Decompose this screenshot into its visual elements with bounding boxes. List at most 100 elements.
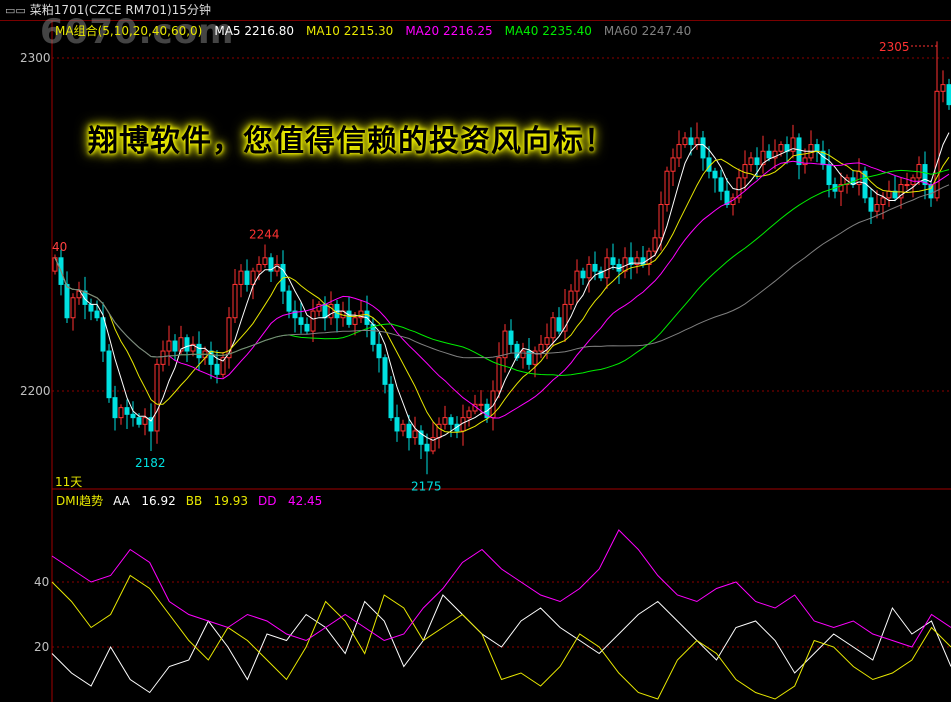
candle bbox=[394, 404, 400, 442]
candle bbox=[52, 254, 58, 275]
candle-body bbox=[826, 164, 832, 186]
candle-body bbox=[814, 144, 820, 152]
period-label: 11天 bbox=[55, 475, 82, 489]
candle bbox=[58, 249, 64, 296]
candle bbox=[646, 247, 652, 276]
candle bbox=[904, 172, 910, 190]
candle-body bbox=[232, 283, 238, 319]
candle bbox=[502, 324, 508, 373]
candle-body bbox=[652, 237, 658, 252]
candle bbox=[802, 148, 808, 174]
candle bbox=[796, 133, 802, 180]
candle-body bbox=[214, 363, 220, 375]
candle bbox=[76, 281, 82, 305]
candle bbox=[568, 284, 574, 310]
candle bbox=[262, 244, 268, 268]
candle bbox=[268, 253, 274, 283]
candle-body bbox=[676, 144, 682, 159]
dmi-line-dd bbox=[51, 529, 951, 648]
dmi-line-aa bbox=[51, 594, 951, 694]
promo-banner: 翔博软件，您值得信赖的投资风向标！ bbox=[88, 124, 615, 159]
ma-line-ma5 bbox=[54, 132, 950, 441]
candle bbox=[244, 259, 250, 292]
candle-body bbox=[136, 417, 142, 425]
candle-body bbox=[154, 363, 160, 432]
candle-body bbox=[352, 317, 358, 325]
candle bbox=[592, 251, 598, 281]
candle bbox=[460, 404, 466, 446]
candle bbox=[238, 264, 244, 298]
ma-legend: MA组合(5,10,20,40,60,0) MA5 2216.80 MA10 221… bbox=[55, 22, 703, 39]
candle bbox=[292, 300, 298, 333]
candle-body bbox=[742, 164, 748, 179]
candle-body bbox=[574, 270, 580, 292]
candle bbox=[442, 405, 448, 430]
candle bbox=[436, 417, 442, 449]
candle-body bbox=[142, 417, 148, 425]
candle-body bbox=[496, 357, 502, 392]
candle-body bbox=[586, 263, 592, 279]
candle bbox=[82, 276, 88, 320]
candle-body bbox=[382, 357, 388, 385]
candle-body bbox=[448, 417, 454, 425]
candle-body bbox=[184, 337, 190, 352]
candle-body bbox=[754, 157, 760, 166]
ma-line-ma10 bbox=[54, 150, 950, 433]
candle-body bbox=[544, 337, 550, 345]
candle bbox=[316, 301, 322, 317]
ma60-label: MA60 2247.40 bbox=[603, 24, 692, 38]
candle bbox=[850, 169, 856, 188]
candle bbox=[358, 300, 364, 323]
candle bbox=[940, 70, 946, 103]
candle-body bbox=[118, 407, 124, 419]
candle-body bbox=[520, 350, 526, 359]
candle-body bbox=[70, 297, 76, 319]
candle-body bbox=[550, 317, 556, 339]
candle-body bbox=[388, 383, 394, 419]
candle-body bbox=[346, 310, 352, 325]
candle-body bbox=[610, 257, 616, 265]
candle bbox=[112, 385, 118, 431]
candle-body bbox=[604, 257, 610, 279]
candle bbox=[382, 354, 388, 394]
price-chart[interactable]: 2300 2200 40 20 40 11天 2244 2182 2175 2305 bbox=[0, 0, 951, 702]
candle bbox=[604, 248, 610, 289]
candle bbox=[142, 408, 148, 436]
ma20-label: MA20 2216.25 bbox=[405, 24, 493, 38]
candle-body bbox=[622, 257, 628, 272]
candle bbox=[166, 325, 172, 366]
candle bbox=[172, 334, 178, 361]
candle-body bbox=[130, 413, 136, 419]
candle bbox=[598, 266, 604, 282]
candle bbox=[118, 404, 124, 425]
candle-body bbox=[442, 417, 448, 425]
candle-body bbox=[412, 430, 418, 439]
candle bbox=[772, 139, 778, 169]
candle bbox=[310, 299, 316, 343]
candle bbox=[886, 180, 892, 207]
candle bbox=[706, 146, 712, 179]
candle bbox=[226, 307, 232, 369]
candle-body bbox=[196, 343, 202, 359]
candle-body bbox=[664, 170, 670, 206]
candle-body bbox=[286, 290, 292, 312]
candle-body bbox=[700, 137, 706, 159]
candle bbox=[718, 169, 724, 201]
candle bbox=[682, 132, 688, 148]
candle bbox=[106, 344, 112, 403]
dmi-tick-label: 40 bbox=[34, 575, 49, 589]
candle bbox=[304, 317, 310, 335]
candle bbox=[790, 124, 796, 159]
candle-body bbox=[592, 263, 598, 272]
candle bbox=[946, 78, 951, 110]
low-price-annotation: 2182 bbox=[135, 456, 166, 470]
dd-label: DD 42.45 bbox=[258, 494, 323, 508]
candle bbox=[700, 130, 706, 171]
candle bbox=[922, 151, 928, 200]
candle-body bbox=[466, 410, 472, 419]
high-price-annotation: 2244 bbox=[249, 227, 280, 241]
candle-body bbox=[874, 204, 880, 212]
candle bbox=[124, 399, 130, 430]
candle bbox=[448, 414, 454, 438]
candle-body bbox=[376, 343, 382, 359]
